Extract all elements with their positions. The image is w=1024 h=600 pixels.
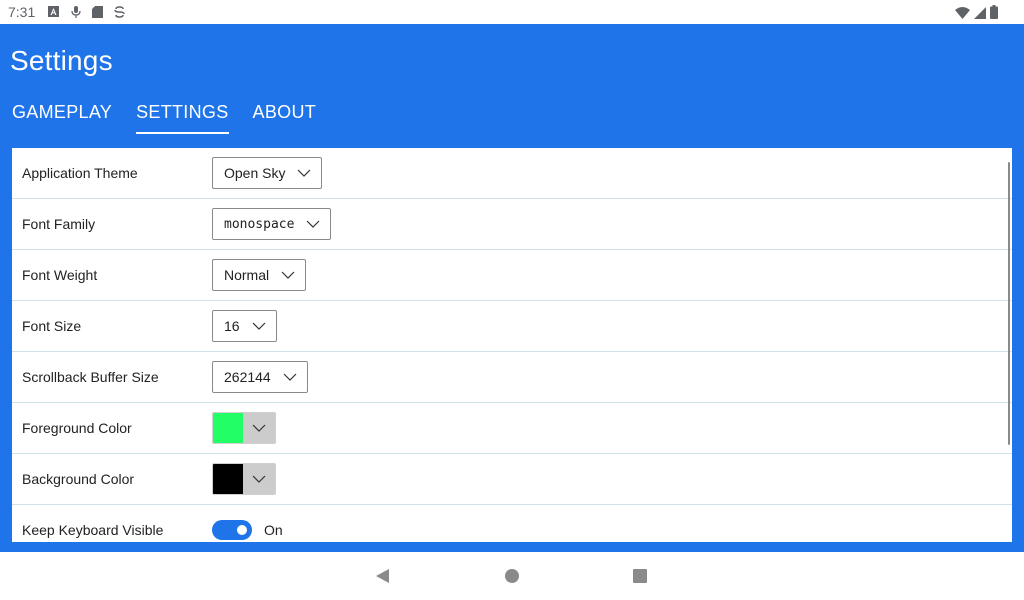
tab-gameplay[interactable]: GAMEPLAY <box>12 98 112 134</box>
app-bar: Settings GAMEPLAY SETTINGS ABOUT <box>0 24 1024 148</box>
chevron-down-icon <box>307 220 320 228</box>
dropdown-value: Normal <box>224 267 270 283</box>
setting-row-foreground-color: Foreground Color <box>12 403 1012 454</box>
background-color-picker[interactable] <box>212 463 276 495</box>
a-box-icon <box>47 5 60 18</box>
setting-row-scrollback-buffer-size: Scrollback Buffer Size 262144 <box>12 352 1012 403</box>
setting-row-font-family: Font Family monospace <box>12 199 1012 250</box>
status-time: 7:31 <box>8 4 36 20</box>
dropdown-value: 16 <box>224 318 240 334</box>
setting-label: Keep Keyboard Visible <box>22 522 164 538</box>
home-icon[interactable] <box>504 568 520 584</box>
application-theme-dropdown[interactable]: Open Sky <box>212 157 323 189</box>
setting-row-background-color: Background Color <box>12 454 1012 505</box>
chevron-down-icon <box>298 169 311 177</box>
recents-icon[interactable] <box>632 568 648 584</box>
keep-keyboard-visible-toggle-group: On <box>212 520 283 540</box>
navigation-bar <box>0 552 1024 600</box>
dropdown-value: 262144 <box>224 369 271 385</box>
background-color-swatch <box>213 464 243 494</box>
foreground-color-swatch <box>213 413 243 443</box>
chevron-down-icon <box>283 373 297 381</box>
foreground-color-picker[interactable] <box>212 412 276 444</box>
toggle-knob <box>237 525 247 535</box>
tab-about[interactable]: ABOUT <box>253 98 317 134</box>
status-icons-left <box>47 5 126 18</box>
mic-icon <box>69 5 82 18</box>
color-picker-arrow <box>243 413 275 443</box>
setting-label: Application Theme <box>22 165 138 181</box>
battery-icon <box>990 5 998 24</box>
sync-icon <box>113 5 126 18</box>
status-bar: 7:31 <box>0 0 1024 24</box>
setting-label: Font Family <box>22 216 96 232</box>
color-picker-arrow <box>243 464 275 494</box>
frame-bottom <box>0 542 1024 552</box>
wifi-icon <box>955 6 970 24</box>
settings-list: Application Theme Open Sky Font Family m… <box>12 148 1012 542</box>
setting-label: Font Size <box>22 318 82 334</box>
setting-label: Background Color <box>22 471 135 487</box>
page-title: Settings <box>10 45 113 76</box>
setting-label: Font Weight <box>22 267 98 283</box>
chevron-down-icon <box>252 424 266 432</box>
back-icon[interactable] <box>375 568 391 584</box>
font-family-dropdown[interactable]: monospace <box>212 208 332 240</box>
setting-row-keep-keyboard-visible: Keep Keyboard Visible On <box>12 505 1012 542</box>
setting-label: Scrollback Buffer Size <box>22 369 159 385</box>
chevron-down-icon <box>281 271 295 279</box>
frame-left <box>0 148 12 542</box>
vertical-scrollbar[interactable] <box>1008 162 1010 445</box>
scrollback-buffer-size-dropdown[interactable]: 262144 <box>212 361 308 393</box>
chevron-down-icon <box>252 475 266 483</box>
setting-row-application-theme: Application Theme Open Sky <box>12 148 1012 199</box>
signal-icon <box>974 6 986 24</box>
status-icons-right <box>955 5 998 24</box>
sd-card-icon <box>91 5 104 18</box>
dropdown-value: Open Sky <box>224 165 286 181</box>
tab-settings[interactable]: SETTINGS <box>136 98 229 134</box>
dropdown-value: monospace <box>224 216 295 232</box>
setting-label: Foreground Color <box>22 420 132 436</box>
font-size-dropdown[interactable]: 16 <box>212 310 277 342</box>
chevron-down-icon <box>252 322 266 330</box>
setting-row-font-size: Font Size 16 <box>12 301 1012 352</box>
font-weight-dropdown[interactable]: Normal <box>212 259 307 291</box>
tab-bar: GAMEPLAY SETTINGS ABOUT <box>0 98 316 134</box>
toggle-state-label: On <box>264 522 283 538</box>
frame-right <box>1012 148 1024 542</box>
keep-keyboard-visible-toggle[interactable] <box>212 520 252 540</box>
setting-row-font-weight: Font Weight Normal <box>12 250 1012 301</box>
